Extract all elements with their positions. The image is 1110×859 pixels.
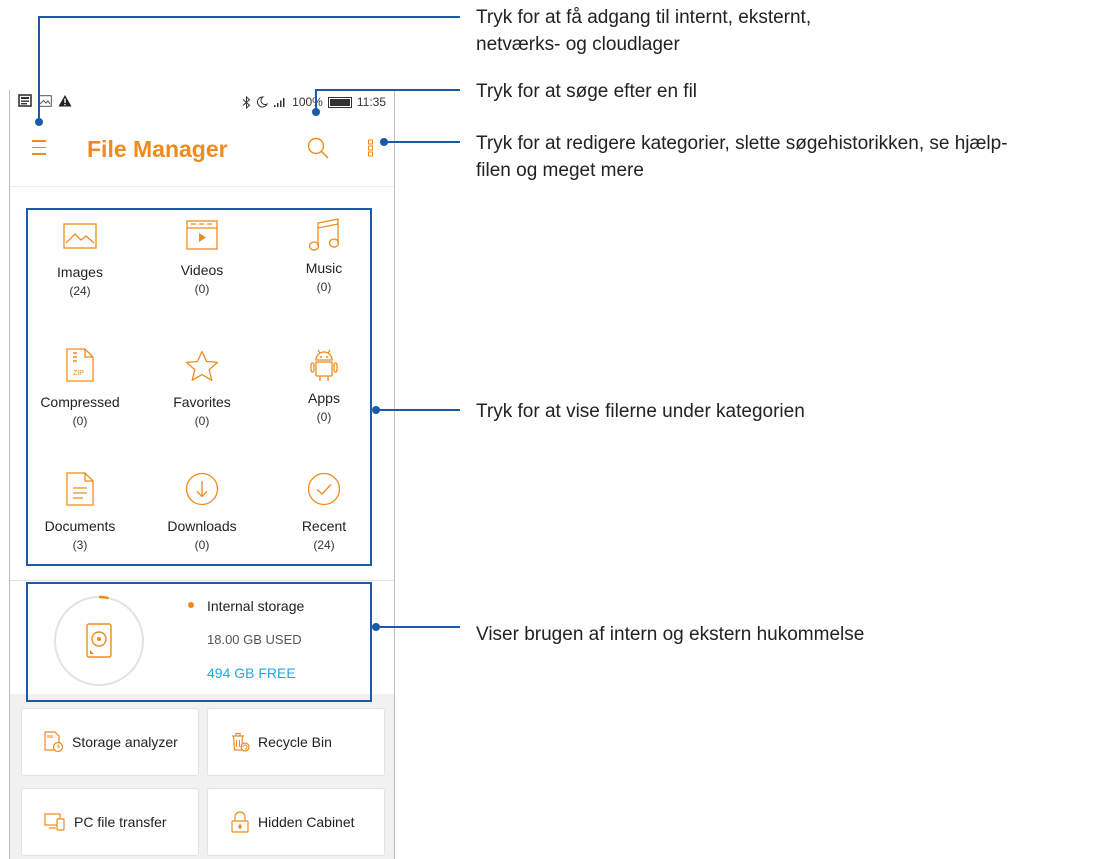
callout-more-line-2: filen og meget mere xyxy=(476,160,644,181)
callout-storage: Viser brugen af intern og ekstern hukomm… xyxy=(476,624,865,645)
callout-menu-line-2: netværks- og cloudlager xyxy=(476,34,680,55)
callout-more-line-1: Tryk for at redigere kategorier, slette … xyxy=(476,133,1008,154)
callout-more: Tryk for at redigere kategorier, slette … xyxy=(476,130,1008,184)
callout-categories: Tryk for at vise filerne under kategorie… xyxy=(476,401,805,422)
callout-menu: Tryk for at få adgang til internt, ekste… xyxy=(476,4,811,58)
callout-search: Tryk for at søge efter en fil xyxy=(476,81,698,102)
annotation-leader-lines xyxy=(35,16,460,631)
callout-menu-line-1: Tryk for at få adgang til internt, ekste… xyxy=(476,7,812,28)
